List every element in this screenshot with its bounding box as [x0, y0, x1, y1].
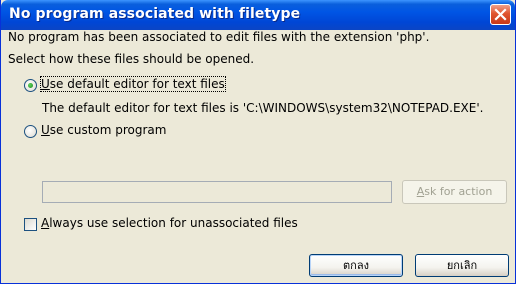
dialog-content: No program has been associated to edit f… — [1, 30, 515, 283]
radio-button[interactable] — [24, 125, 37, 138]
radio-custom-label[interactable]: Use custom program — [41, 123, 166, 137]
default-editor-info: The default editor for text files is 'C:… — [42, 101, 484, 115]
window-title: No program associated with filetype — [9, 6, 301, 22]
title-bar[interactable]: No program associated with filetype — [1, 0, 515, 30]
close-icon — [494, 8, 507, 21]
dialog-window: No program associated with filetype No p… — [0, 0, 516, 284]
prompt-text: Select how these files should be opened. — [8, 52, 255, 66]
always-use-label[interactable]: Always use selection for unassociated fi… — [41, 216, 298, 230]
ok-button[interactable]: ตกลง — [309, 254, 403, 277]
close-button[interactable] — [490, 4, 511, 25]
cancel-button[interactable]: ยกเลิก — [415, 254, 509, 277]
radio-default-label[interactable]: Use default editor for text files — [40, 76, 226, 92]
ask-for-action-button[interactable]: Ask for action — [402, 180, 507, 204]
radio-selected-dot — [28, 83, 33, 88]
custom-program-field[interactable] — [42, 181, 392, 203]
radio-button[interactable] — [24, 79, 37, 92]
info-text: No program has been associated to edit f… — [8, 30, 430, 44]
checkbox-box[interactable] — [24, 218, 37, 231]
